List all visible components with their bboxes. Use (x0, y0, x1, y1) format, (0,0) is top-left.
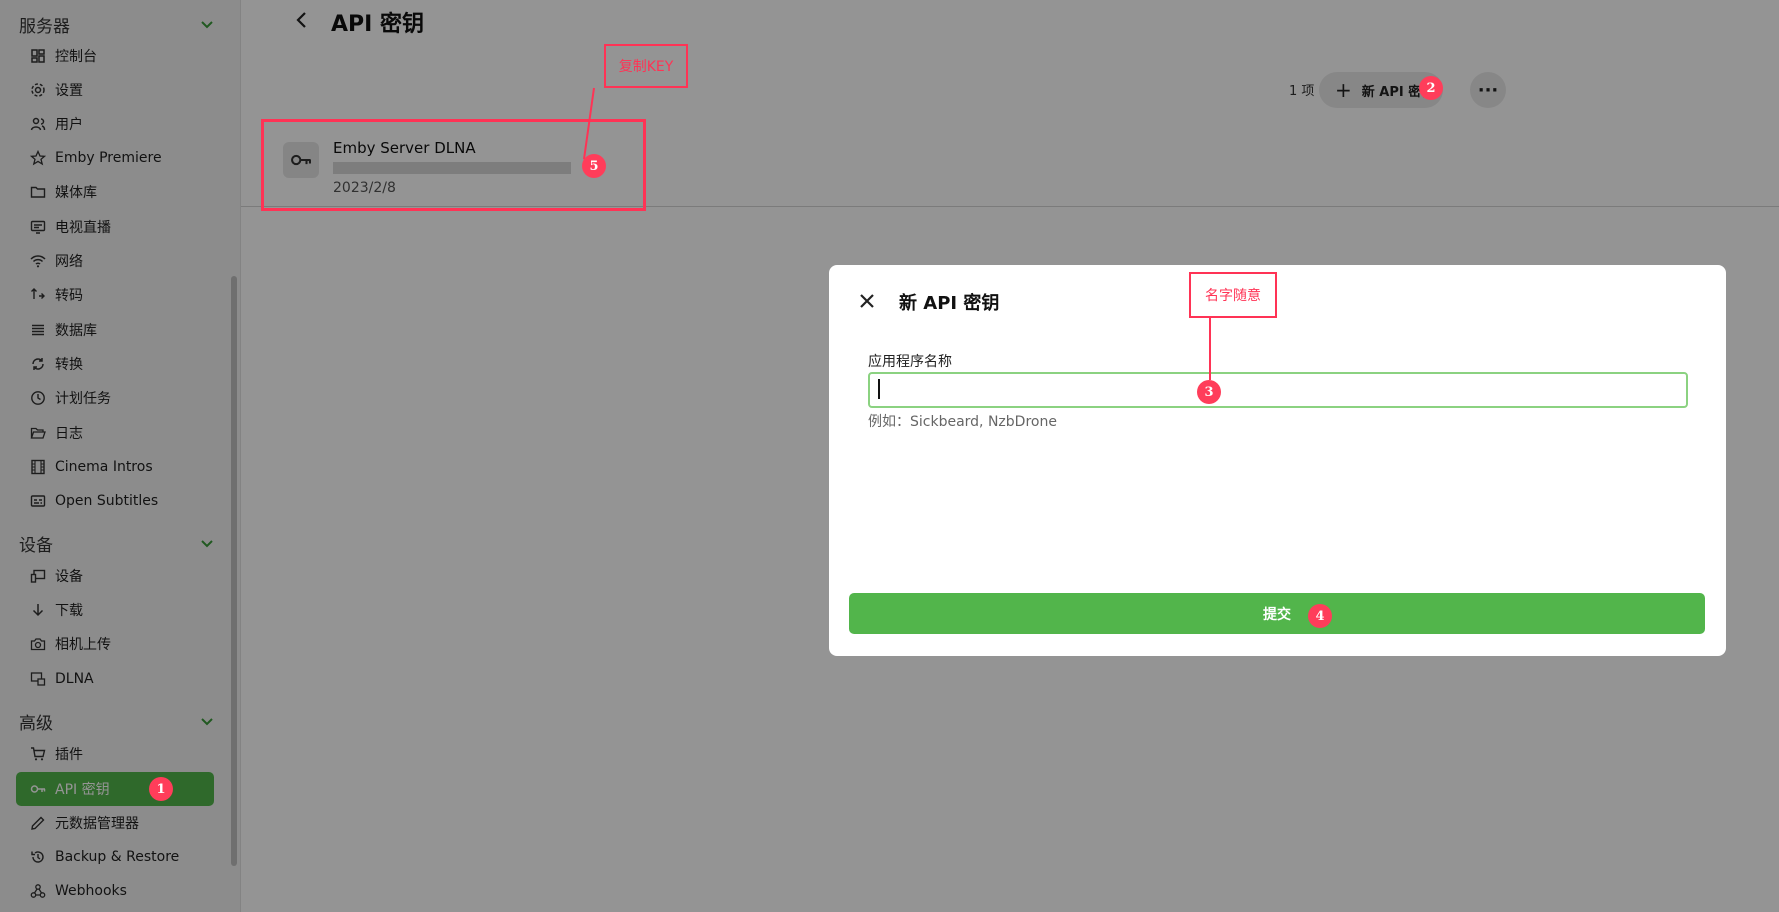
step-badge-4: 4 (1308, 604, 1332, 628)
step-badge-1: 1 (149, 777, 173, 801)
submit-label: 提交 (1263, 606, 1291, 623)
step-badge-2: 2 (1419, 76, 1443, 100)
step-badge-3: 3 (1197, 380, 1221, 404)
close-button[interactable] (856, 290, 878, 312)
app-name-label: 应用程序名称 (868, 354, 952, 370)
step-badge-5: 5 (582, 154, 606, 178)
new-api-key-dialog: 新 API 密钥 应用程序名称 例如：Sickbeard, NzbDrone 提… (829, 265, 1726, 656)
annotation-label-copy-key: 复制KEY (604, 44, 688, 88)
app-name-input[interactable] (868, 372, 1688, 408)
app-name-hint: 例如：Sickbeard, NzbDrone (868, 414, 1057, 430)
submit-button[interactable]: 提交 (849, 593, 1705, 634)
annotation-line (1209, 318, 1211, 380)
close-icon (860, 294, 874, 308)
annotation-label-any-name: 名字随意 (1189, 272, 1277, 318)
text-caret (878, 379, 880, 399)
dialog-title: 新 API 密钥 (899, 293, 1000, 314)
